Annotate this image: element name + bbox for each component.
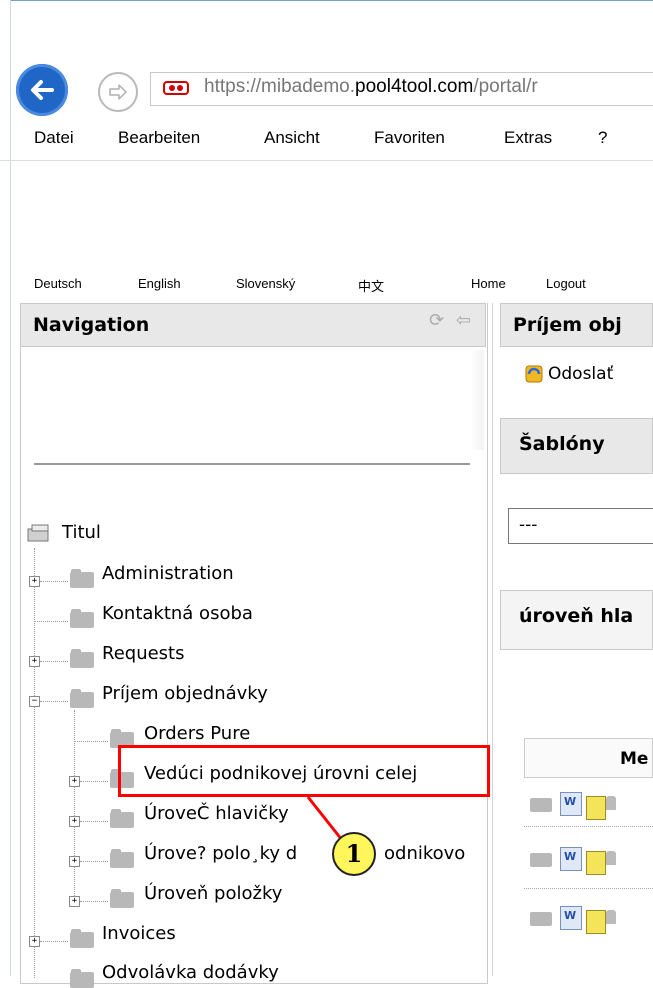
url-domain: pool4tool.com xyxy=(355,76,474,97)
lang-chinese[interactable]: 中文 xyxy=(358,276,384,295)
logout-link[interactable]: Logout xyxy=(546,276,586,291)
lock-icon[interactable] xyxy=(606,910,616,924)
lang-slovensky[interactable]: Slovenský xyxy=(236,276,295,291)
expand-icon[interactable]: + xyxy=(29,576,40,587)
tree-item-kontaktna-osoba[interactable]: Kontaktná osoba xyxy=(102,603,253,624)
tree-item-uroven-polozky-podnikovo-tail[interactable]: odnikovo xyxy=(384,843,465,864)
nav-separator xyxy=(34,463,470,465)
menu-help[interactable]: ? xyxy=(598,128,607,148)
folder-icon xyxy=(70,649,94,668)
lang-english[interactable]: English xyxy=(138,276,181,291)
folder-icon xyxy=(110,889,134,908)
panel-shade xyxy=(470,350,484,450)
tree-item-orders-pure[interactable]: Orders Pure xyxy=(144,723,250,744)
expand-icon[interactable]: + xyxy=(29,936,40,947)
folder-icon[interactable] xyxy=(530,798,552,812)
tree-item-requests[interactable]: Requests xyxy=(102,643,185,664)
level-header: úroveň hla xyxy=(500,590,653,650)
navigation-header: Navigation ⟳ ⇦ xyxy=(20,303,486,347)
navigation-title: Navigation xyxy=(33,314,150,336)
menu-ansicht[interactable]: Ansicht xyxy=(264,128,320,148)
cabinet-icon xyxy=(27,524,49,542)
expand-icon[interactable]: + xyxy=(69,816,80,827)
navigation-header-icons: ⟳ ⇦ xyxy=(429,310,471,331)
menu-divider xyxy=(0,160,653,161)
word-document-icon[interactable] xyxy=(560,792,582,816)
tree-item-uroven-polozky-podnikovo[interactable]: Úrove? polo¸ky d xyxy=(144,843,297,864)
send-button[interactable]: Odoslať xyxy=(548,364,613,384)
home-link[interactable]: Home xyxy=(471,276,506,291)
folder-icon xyxy=(70,969,94,988)
lock-icon[interactable] xyxy=(606,796,616,810)
word-document-icon[interactable] xyxy=(560,906,582,930)
tree-item-odvolavka-dodavky[interactable]: Odvolávka dodávky xyxy=(102,962,279,983)
tree-item-uroven-hlavicky[interactable]: ÚroveČ hlavičky xyxy=(144,803,289,824)
send-icon[interactable] xyxy=(524,364,544,384)
url-scheme: https:// xyxy=(204,76,262,97)
highlight-box xyxy=(118,745,490,797)
window-left-border xyxy=(10,0,11,976)
tree-item-invoices[interactable]: Invoices xyxy=(102,923,176,944)
table-row xyxy=(530,790,653,820)
refresh-icon[interactable]: ⟳ xyxy=(429,310,444,331)
table-header: Me xyxy=(524,738,653,778)
tree-line xyxy=(74,710,76,900)
notes-icon[interactable] xyxy=(586,796,606,820)
window-border xyxy=(10,0,653,7)
folder-icon xyxy=(70,569,94,588)
tree-item-uroven-polozky[interactable]: Úroveň položky xyxy=(144,883,282,904)
tree-item-prijem-objednavky[interactable]: Príjem objednávky xyxy=(102,683,268,704)
lock-icon[interactable] xyxy=(606,851,616,865)
collapse-icon[interactable]: − xyxy=(29,696,40,707)
folder-icon xyxy=(70,609,94,628)
level-title: úroveň hla xyxy=(519,605,634,627)
notes-icon[interactable] xyxy=(586,910,606,934)
menu-extras[interactable]: Extras xyxy=(504,128,552,148)
word-document-icon[interactable] xyxy=(560,847,582,871)
folder-icon xyxy=(70,929,94,948)
menu-bearbeiten[interactable]: Bearbeiten xyxy=(118,128,200,148)
folder-icon[interactable] xyxy=(530,853,552,867)
expand-icon[interactable]: + xyxy=(69,856,80,867)
templates-title: Šablóny xyxy=(519,433,605,455)
menu-favoriten[interactable]: Favoriten xyxy=(374,128,445,148)
url-subdomain: mibademo. xyxy=(261,76,356,97)
url-text[interactable]: https://mibademo.pool4tool.com/portal/r xyxy=(204,76,538,98)
templates-select[interactable]: --- xyxy=(508,508,653,544)
arrow-left-icon xyxy=(31,80,54,100)
arrow-right-icon xyxy=(109,84,127,100)
templates-select-value: --- xyxy=(519,515,538,535)
content-title: Príjem obj xyxy=(513,314,622,336)
folder-icon xyxy=(110,849,134,868)
site-certificate-icon[interactable] xyxy=(163,80,189,96)
folder-icon xyxy=(70,689,94,708)
table-row xyxy=(530,904,653,934)
templates-header: Šablóny xyxy=(500,418,653,474)
expand-icon[interactable]: + xyxy=(69,776,80,787)
navigation-panel xyxy=(20,303,488,984)
tree-line xyxy=(34,548,36,978)
expand-icon[interactable]: + xyxy=(29,656,40,667)
collapse-left-icon[interactable]: ⇦ xyxy=(456,310,471,331)
forward-button[interactable] xyxy=(98,72,138,112)
panel-divider xyxy=(492,303,493,976)
menu-datei[interactable]: Datei xyxy=(34,128,74,148)
tree-root-titul[interactable]: Titul xyxy=(62,522,101,543)
folder-icon xyxy=(110,809,134,828)
notes-icon[interactable] xyxy=(586,851,606,875)
expand-icon[interactable]: + xyxy=(69,896,80,907)
lang-deutsch[interactable]: Deutsch xyxy=(34,276,82,291)
table-header-cell[interactable]: Me xyxy=(620,749,648,769)
url-path: /portal/r xyxy=(473,76,538,97)
back-button[interactable] xyxy=(16,64,68,116)
content-header: Príjem obj xyxy=(500,303,653,347)
folder-icon[interactable] xyxy=(530,912,552,926)
tree-item-administration[interactable]: Administration xyxy=(102,563,234,584)
callout-badge: 1 xyxy=(332,832,376,876)
table-row xyxy=(530,845,653,875)
